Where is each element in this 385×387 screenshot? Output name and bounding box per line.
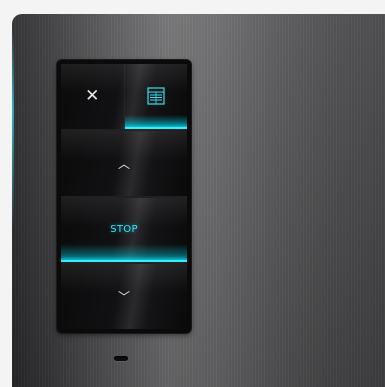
active-glow xyxy=(124,114,187,129)
menu-button[interactable] xyxy=(123,64,187,129)
stop-button[interactable]: STOP xyxy=(61,197,187,265)
down-button[interactable]: ﹀ xyxy=(61,264,187,329)
active-indicator-line xyxy=(61,260,187,263)
close-icon: ✕ xyxy=(85,85,100,106)
edge-reflection xyxy=(12,30,14,230)
button-panel: ✕ ︿ STOP ﹀ xyxy=(61,64,187,329)
chevron-down-icon: ﹀ xyxy=(117,290,130,305)
active-indicator-line xyxy=(124,126,187,129)
stop-label: STOP xyxy=(110,224,138,236)
close-button[interactable]: ✕ xyxy=(61,64,124,129)
top-button-row: ✕ xyxy=(61,64,187,131)
list-icon xyxy=(147,87,165,105)
touch-panel-bezel: ✕ ︿ STOP ﹀ xyxy=(57,60,191,333)
status-led xyxy=(114,356,128,361)
up-button[interactable]: ︿ xyxy=(61,130,187,198)
chevron-up-icon: ︿ xyxy=(117,156,130,171)
active-glow xyxy=(61,244,187,263)
